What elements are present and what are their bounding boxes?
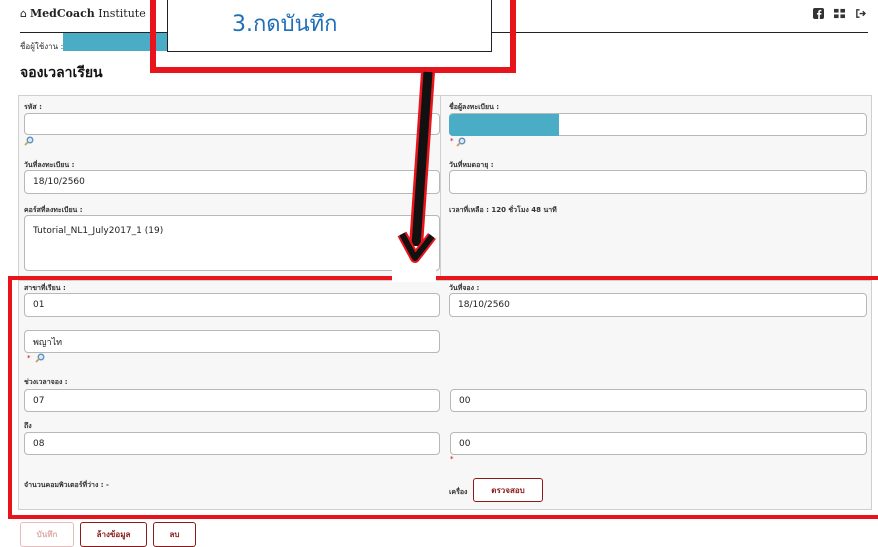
annotation-arrow-gap — [392, 270, 436, 282]
code-label: รหัส : — [24, 103, 42, 111]
registrant-name-redacted — [449, 114, 559, 136]
code-input[interactable] — [24, 113, 440, 135]
save-button[interactable]: บันทึก — [20, 522, 74, 547]
grid-icon[interactable] — [834, 8, 845, 19]
expire-date-input[interactable] — [449, 170, 867, 194]
home-icon: ⌂ — [20, 7, 27, 20]
search-icon[interactable] — [24, 136, 34, 146]
remaining-time-text: เวลาที่เหลือ : 120 ชั่วโมง 48 นาที — [449, 206, 557, 214]
annotation-highlight-frame — [8, 276, 878, 519]
user-label: ชื่อผู้ใช้งาน : — [20, 42, 64, 51]
signout-icon[interactable] — [855, 8, 866, 19]
search-icon[interactable] — [456, 137, 466, 147]
course-textarea[interactable]: Tutorial_NL1_July2017_1 (19) — [24, 215, 440, 271]
brand-logo[interactable]: ⌂ MedCoach Institute — [20, 7, 146, 20]
registration-date-input[interactable]: 18/10/2560 — [24, 170, 440, 194]
annotation-callout-text: 3.กดบันทึก — [232, 12, 338, 37]
required-marker: * — [450, 137, 454, 145]
brand-name: MedCoach — [29, 7, 95, 20]
navbar-icons — [813, 8, 866, 19]
page-title: จองเวลาเรียน — [20, 65, 103, 81]
facebook-icon[interactable] — [813, 8, 824, 19]
clear-button[interactable]: ล้างข้อมูล — [80, 522, 147, 547]
delete-button[interactable]: ลบ — [153, 522, 196, 547]
registrant-name-label: ชื่อผู้ลงทะเบียน : — [449, 103, 500, 111]
annotation-arrow-icon — [397, 71, 436, 263]
brand-suffix: Institute — [98, 7, 146, 20]
